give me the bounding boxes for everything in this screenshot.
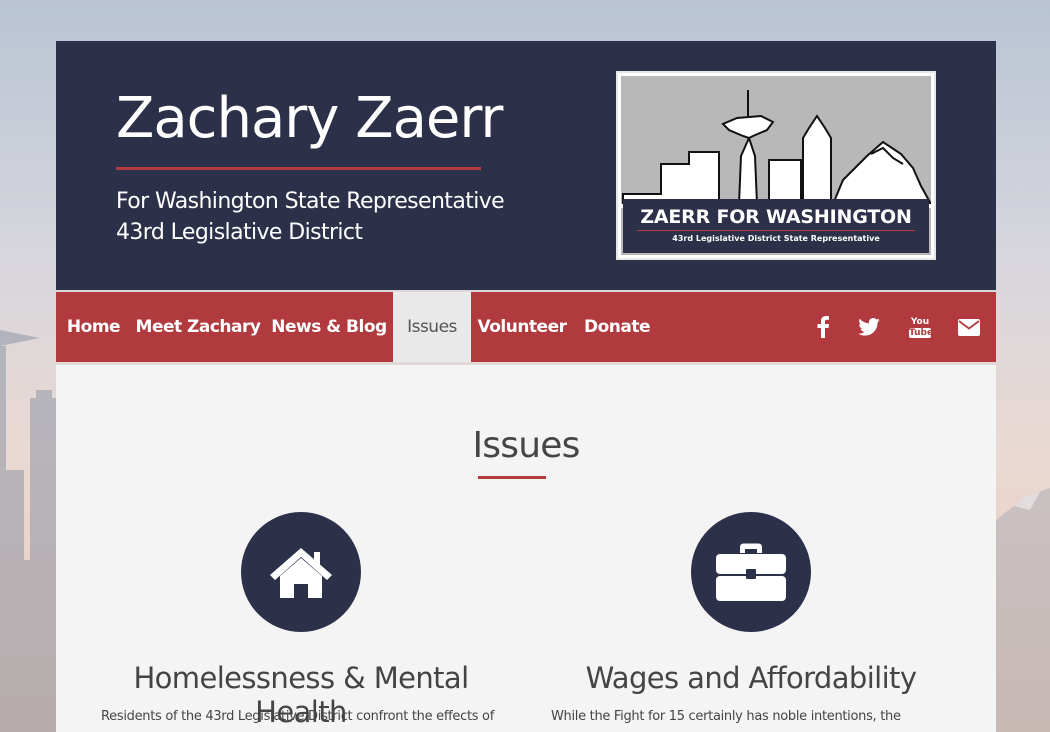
main-navigation: Home Meet Zachary News & Blog Issues Vol… (56, 292, 996, 362)
logo-sub-text: 43rd Legislative District State Represen… (672, 234, 880, 243)
issue-body-homelessness: Residents of the 43rd Legislative Distri… (101, 709, 494, 724)
nav-item-meet-zachary[interactable]: Meet Zachary (131, 292, 265, 362)
page-title-underline (478, 476, 546, 479)
subtitle-line-2: 43rd Legislative District (116, 220, 363, 245)
logo-rule (637, 230, 915, 231)
facebook-icon[interactable] (807, 292, 839, 362)
youtube-text-bottom: Tube (909, 327, 934, 338)
briefcase-icon (716, 543, 786, 601)
issue-title-wages[interactable]: Wages and Affordability (541, 661, 961, 695)
youtube-icon[interactable]: You Tube (904, 292, 936, 362)
site-header: Zachary Zaerr For Washington State Repre… (56, 41, 996, 290)
nav-item-issues[interactable]: Issues (393, 292, 471, 362)
issue-icon-circle-wages[interactable] (691, 512, 811, 632)
logo-banner: ZAERR FOR WASHINGTON 43rd Legislative Di… (623, 199, 929, 253)
title-underline (116, 167, 481, 170)
logo-main-text: ZAERR FOR WASHINGTON (640, 206, 912, 228)
nav-item-volunteer[interactable]: Volunteer (471, 292, 573, 362)
site-subtitle: For Washington State Representative 43rd… (116, 186, 505, 248)
page-title: Issues (472, 425, 580, 466)
email-icon[interactable] (953, 292, 985, 362)
twitter-icon[interactable] (853, 292, 885, 362)
issue-icon-circle-homelessness[interactable] (241, 512, 361, 632)
nav-item-news-blog[interactable]: News & Blog (265, 292, 393, 362)
nav-item-donate[interactable]: Donate (573, 292, 661, 362)
page-container: Zachary Zaerr For Washington State Repre… (56, 41, 996, 732)
youtube-text-top: You (910, 316, 930, 327)
nav-item-home[interactable]: Home (56, 292, 131, 362)
site-title[interactable]: Zachary Zaerr (116, 91, 503, 147)
subtitle-line-1: For Washington State Representative (116, 189, 505, 214)
logo-artwork: ZAERR FOR WASHINGTON 43rd Legislative Di… (621, 76, 931, 255)
main-content: Issues Homelessness & Mental Health Wage… (56, 365, 996, 732)
home-icon (270, 548, 332, 598)
campaign-logo[interactable]: ZAERR FOR WASHINGTON 43rd Legislative Di… (616, 71, 936, 260)
issue-body-wages: While the Fight for 15 certainly has nob… (551, 709, 901, 724)
